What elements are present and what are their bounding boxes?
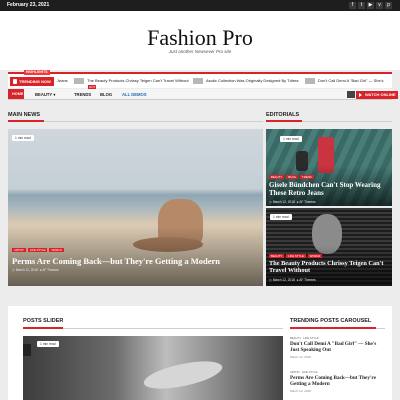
category-tag[interactable]: Blog [286,175,298,179]
main-news-meta: ◷ March 12, 2018 ● AF Themes [12,268,59,272]
facebook-icon[interactable]: f [349,2,356,9]
social-links: f t ▶ v p [349,2,392,9]
category-tag[interactable]: Artist [290,370,300,374]
ticker-item-text: Don't Call Demi A "Bad Girl" — She's [318,78,384,84]
ticker-thumbnail [305,78,315,84]
watch-online-label: WATCH ONLINE [365,92,396,97]
category-tag[interactable]: Artist [12,248,26,252]
trending-post-date: March 12, 2018 [290,354,311,359]
editorials-heading: EDITORIALS [266,112,300,118]
main-news-categories: Artist Life Style World [12,248,64,252]
clock-icon: ◷ [269,200,272,204]
current-date: February 23, 2021 [7,2,50,8]
category-tag[interactable]: World [307,254,323,258]
post-date: March 12, 2018 [272,278,295,282]
editorial-title[interactable]: Gisele Bündchen Can't Stop Wearing These… [269,181,390,197]
trending-carousel-accent [290,327,376,329]
posts-slider-accent [23,327,63,329]
trending-post-title[interactable]: Don't Call Demi A "Bad Girl" — She's Jus… [290,341,385,354]
ticker-item[interactable]: The Beauty Products Chrissy Teigen Can't… [74,78,189,84]
category-tag[interactable]: Life Style [27,248,48,252]
hot-badge: HOT [88,85,97,89]
trending-ticker: HIGHLIGHTS TRENDING NOW Jeans The Beauty… [8,70,392,88]
trending-post-title[interactable]: Perms Are Coming Back—but They're Gettin… [290,375,385,388]
nav-item-beauty-label: BEAUTY [35,92,53,97]
site-tagline: Just another Newsever Pro site [168,49,232,54]
nav-item-beauty[interactable]: BEAUTY ▾ [35,92,55,97]
editorial-meta: ◷ March 12, 2018 ● AF Themes [269,278,316,282]
ticker-item[interactable]: Don't Call Demi A "Bad Girl" — She's [305,78,384,84]
nav-item-home[interactable]: HOME [12,92,23,96]
ticker-item-text: The Beauty Products Chrissy Teigen Can't… [87,78,189,84]
category-tag[interactable]: Life Style [286,254,306,258]
play-icon [359,93,362,97]
trending-post-categories: Artist Life Style [290,370,385,374]
twitter-icon[interactable]: t [358,2,365,9]
trending-now-label: TRENDING NOW [10,77,54,86]
category-tag[interactable]: Life Style [303,336,319,340]
read-time-badge: 1 min read [280,136,302,142]
ticker-item[interactable]: Asotic Collection Was Originally Designe… [193,78,298,84]
editorials-accent [266,120,302,122]
post-date: March 12, 2018 [272,200,295,204]
ticker-item-text: Jeans [57,78,68,83]
main-news-divider [8,121,263,122]
trending-post-date: March 12, 2018 [290,388,311,393]
posts-slider-image[interactable] [23,336,283,400]
category-tag[interactable]: Trend [299,175,314,179]
trending-icon [13,79,17,84]
trending-post-categories: Beauty Life Style [290,336,385,340]
pinterest-icon[interactable]: p [385,2,392,9]
search-icon[interactable] [347,91,355,98]
category-tag[interactable]: Life Style [302,370,318,374]
youtube-icon[interactable]: ▶ [367,2,374,9]
editorial-title[interactable]: The Beauty Products Chrissy Teigen Can't… [269,260,390,275]
trending-now-text: TRENDING NOW [19,79,51,84]
nav-item-blog[interactable]: BLOG [100,92,112,97]
posts-slider-heading: POSTS SLIDER [23,318,64,324]
site-title[interactable]: Fashion Pro [0,25,400,51]
main-news-title[interactable]: Perms Are Coming Back—but They're Gettin… [12,256,257,266]
category-tag[interactable]: Beauty [290,336,301,340]
ticker-thumbnail [74,78,84,84]
read-time-badge: 1 min read [270,214,292,220]
watch-online-button[interactable]: WATCH ONLINE [356,91,398,99]
ticker-thumbnail [193,78,203,84]
post-author[interactable]: AF Themes [42,268,58,272]
nav-item-trends[interactable]: TRENDS [74,92,91,97]
post-date: March 12, 2018 [15,268,38,272]
photo-subject [141,355,225,395]
chevron-down-icon: ▾ [53,92,56,97]
trending-post[interactable]: Artist Life Style Perms Are Coming Back—… [290,370,385,393]
post-author[interactable]: AF Themes [299,278,315,282]
ticker-item-text: Asotic Collection Was Originally Designe… [206,78,299,84]
top-bar: February 23, 2021 f t ▶ v p [0,0,400,11]
category-tag[interactable]: Beauty [269,175,285,179]
category-tag[interactable]: Beauty [269,254,285,258]
read-time-badge: 1 min read [12,135,34,141]
editorial-categories: Beauty Blog Trend [269,175,314,179]
post-author[interactable]: AF Themes [299,200,315,204]
main-navigation: HOME BEAUTY ▾ HOT TRENDS BLOG ALL DEMOS … [8,85,398,100]
clock-icon: ◷ [269,278,272,282]
slider-prev-button[interactable] [23,344,31,356]
site-header: Fashion Pro Just another Newsever Pro si… [0,11,400,70]
main-news-accent [8,120,44,122]
highlights-badge: HIGHLIGHTS [24,70,50,75]
editorial-categories: Beauty Life Style World [269,254,323,258]
category-tag[interactable]: World [49,248,64,252]
read-time-badge: 1 min read [37,341,59,347]
nav-item-all-demos[interactable]: ALL DEMOS [122,92,147,97]
trending-carousel-heading: TRENDING POSTS CAROUSEL [290,318,372,324]
clock-icon: ◷ [12,268,15,272]
main-news-heading: MAIN NEWS [8,112,41,118]
vimeo-icon[interactable]: v [376,2,383,9]
ticker-item[interactable]: Jeans [57,78,68,83]
editorial-meta: ◷ March 12, 2018 ● AF Themes [269,200,316,204]
trending-post[interactable]: Beauty Life Style Don't Call Demi A "Bad… [290,336,385,359]
